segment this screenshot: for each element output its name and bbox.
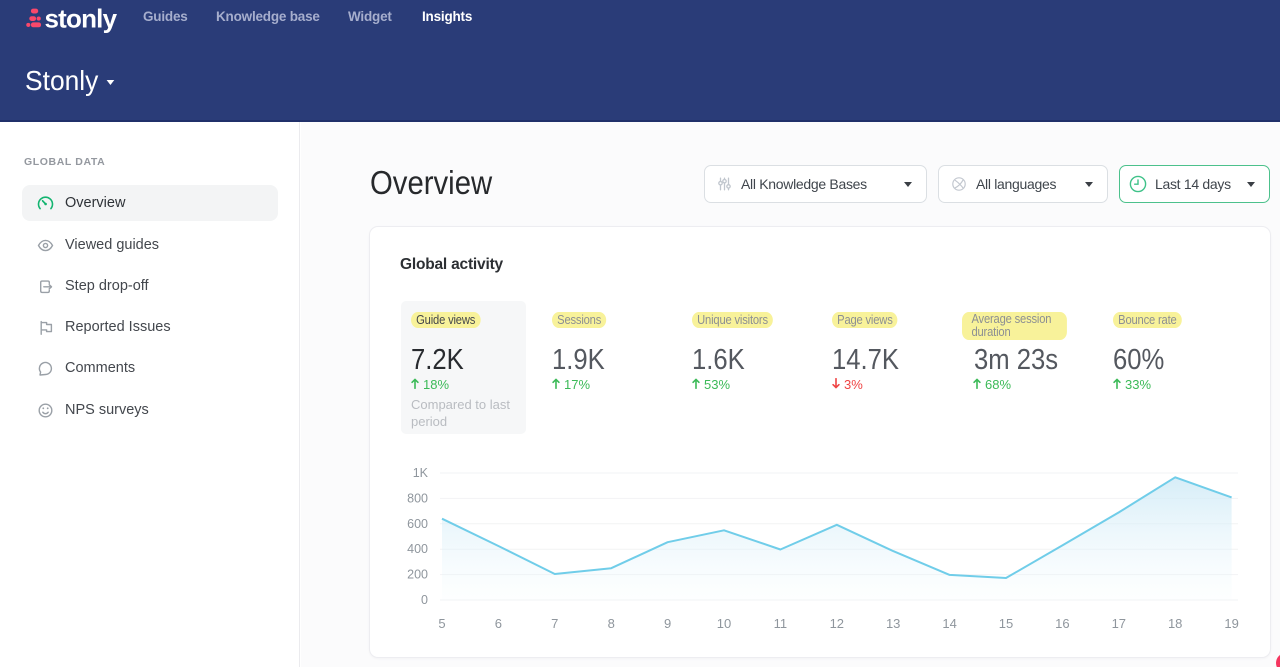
svg-text:18: 18 — [1168, 616, 1182, 631]
svg-text:8: 8 — [608, 616, 615, 631]
svg-text:11: 11 — [774, 616, 788, 631]
svg-text:400: 400 — [407, 542, 428, 556]
svg-text:0: 0 — [421, 593, 428, 607]
svg-text:15: 15 — [999, 616, 1013, 631]
svg-text:10: 10 — [717, 616, 731, 631]
svg-text:5: 5 — [438, 616, 445, 631]
svg-text:19: 19 — [1224, 616, 1238, 631]
svg-text:800: 800 — [407, 491, 428, 505]
svg-text:16: 16 — [1055, 616, 1069, 631]
svg-text:1K: 1K — [413, 466, 429, 480]
svg-text:14: 14 — [942, 616, 956, 631]
svg-text:600: 600 — [407, 517, 428, 531]
svg-text:6: 6 — [495, 616, 502, 631]
svg-text:13: 13 — [886, 616, 900, 631]
svg-text:12: 12 — [830, 616, 844, 631]
svg-text:17: 17 — [1112, 616, 1126, 631]
svg-text:7: 7 — [551, 616, 558, 631]
svg-text:9: 9 — [664, 616, 671, 631]
svg-text:200: 200 — [407, 568, 428, 582]
svg-text:stonly: stonly — [45, 4, 118, 34]
